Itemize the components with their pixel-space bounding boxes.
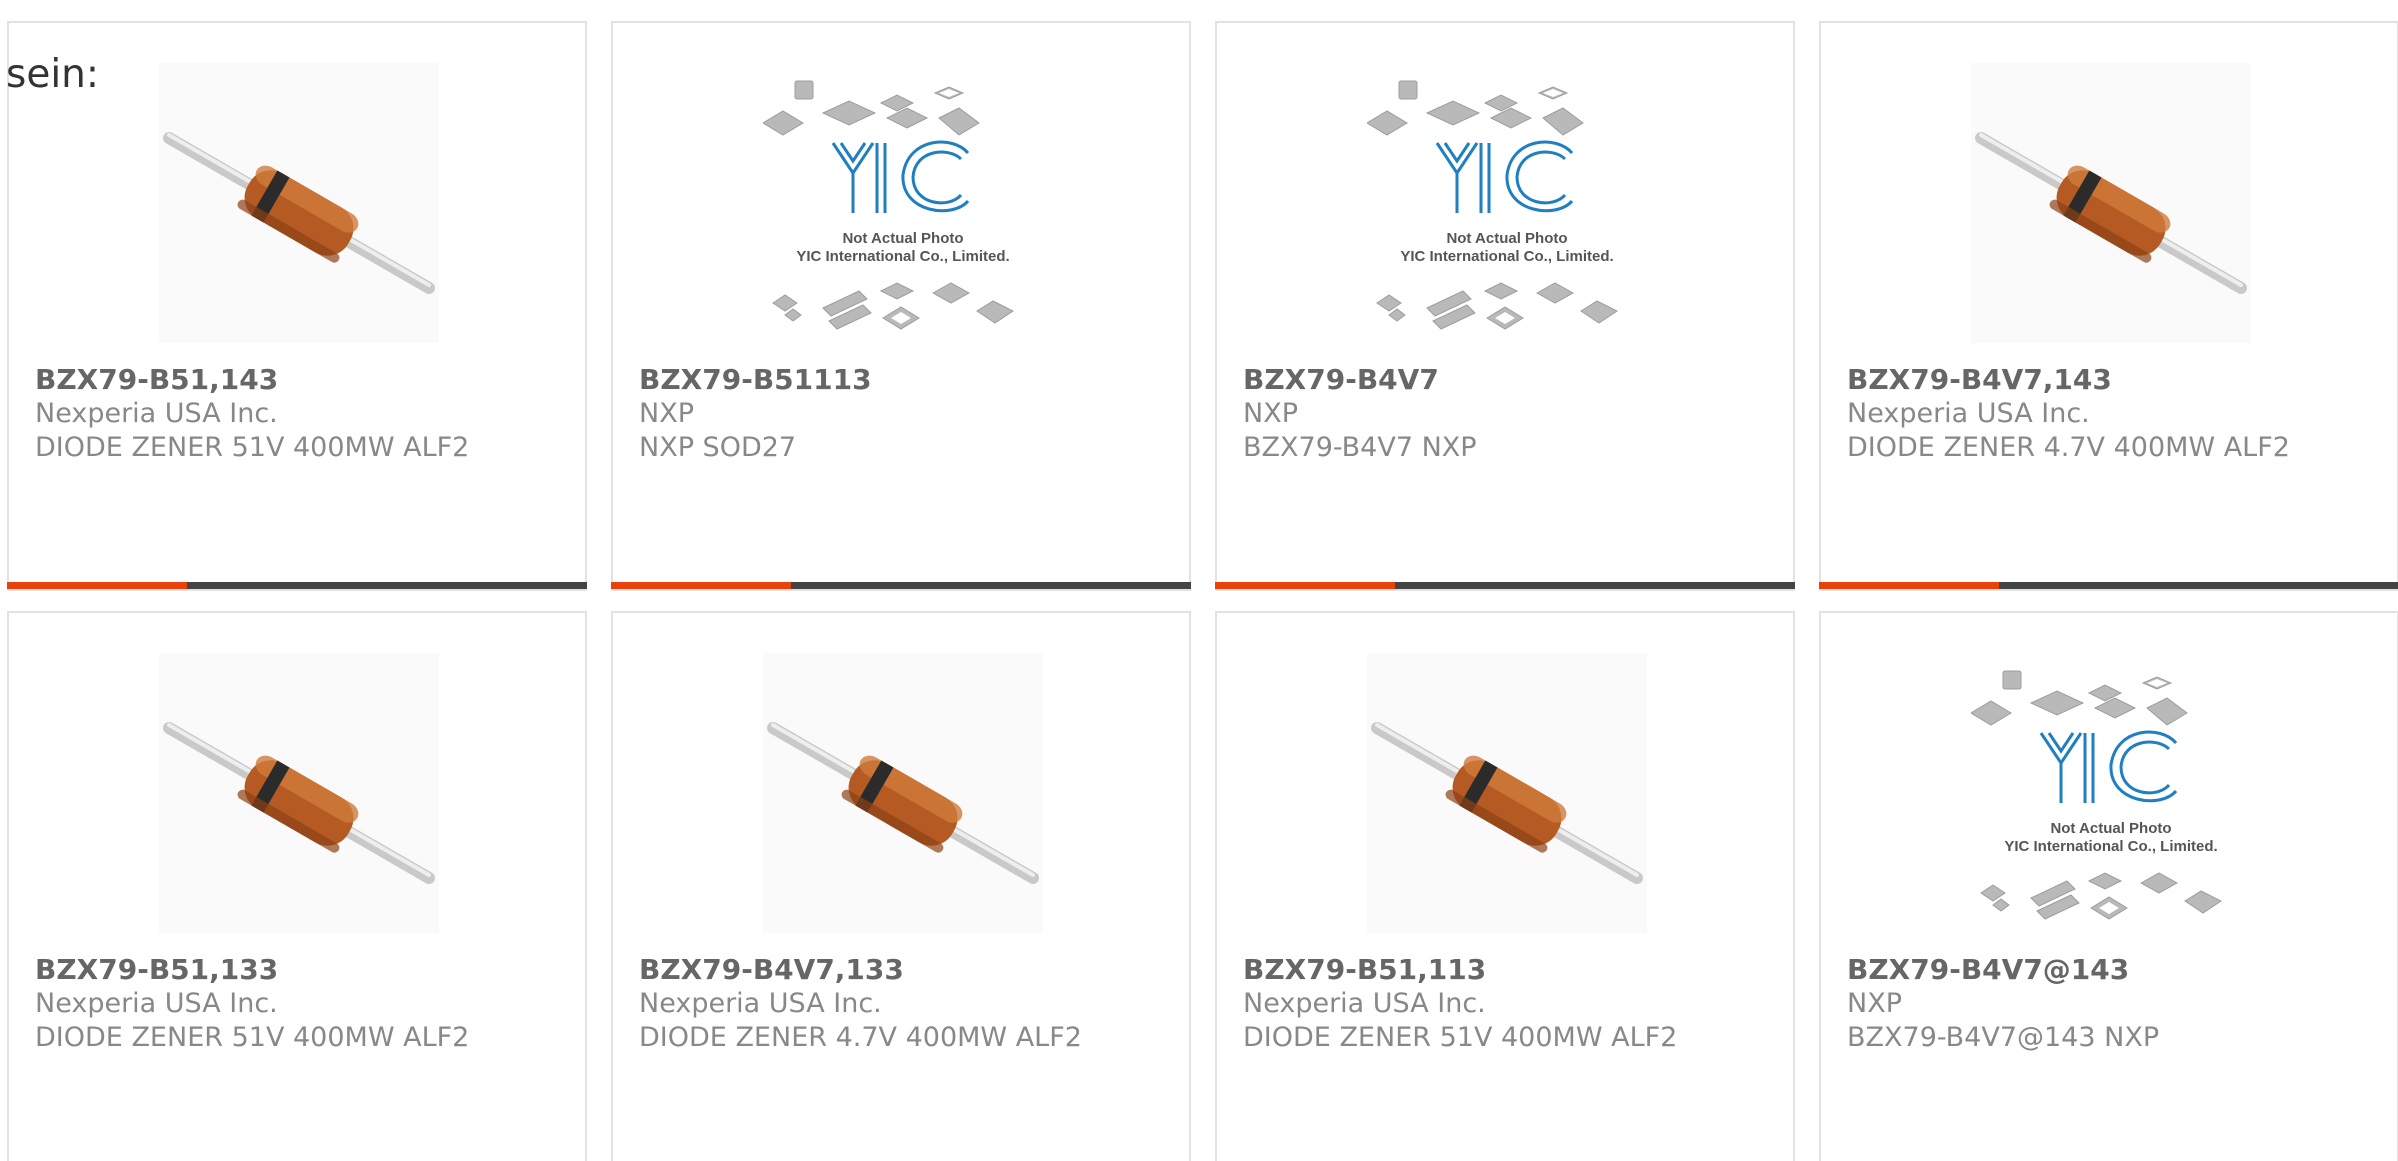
product-manufacturer: Nexperia USA Inc. [1243, 988, 1486, 1019]
svg-text:Not Actual Photo: Not Actual Photo [2050, 820, 2171, 837]
product-part-number[interactable]: BZX79-B51,133 [35, 953, 575, 987]
product-manufacturer: Nexperia USA Inc. [639, 988, 882, 1019]
product-part-number[interactable]: BZX79-B51,143 [35, 363, 575, 397]
diode-product-image[interactable] [1971, 63, 2251, 343]
card-bottom-bar [1215, 582, 1795, 589]
product-description: DIODE ZENER 51V 400MW ALF2 [1243, 1022, 1678, 1053]
product-description: BZX79-B4V7 NXP [1243, 432, 1477, 463]
diode-product-image[interactable] [159, 653, 439, 933]
product-manufacturer: Nexperia USA Inc. [35, 988, 278, 1019]
product-part-number[interactable]: BZX79-B51,113 [1243, 953, 1783, 987]
card-bottom-bar [7, 582, 587, 589]
product-description: DIODE ZENER 51V 400MW ALF2 [35, 432, 470, 463]
card-bar-fill [1819, 582, 1999, 589]
product-manufacturer: NXP [1847, 988, 1902, 1019]
product-card[interactable]: BZX79-B4V7,143 Nexperia USA Inc. DIODE Z… [1819, 21, 2398, 591]
product-description: NXP SOD27 [639, 432, 797, 463]
product-part-number[interactable]: BZX79-B4V7 [1243, 363, 1783, 397]
product-card[interactable]: Not Actual Photo YIC International Co., … [611, 21, 1191, 591]
product-description: BZX79-B4V7@143 NXP [1847, 1022, 2160, 1053]
product-card[interactable]: BZX79-B51,113 Nexperia USA Inc. DIODE ZE… [1215, 611, 1795, 1161]
product-part-number[interactable]: BZX79-B4V7,143 [1847, 363, 2387, 397]
not-actual-photo-placeholder-image[interactable]: Not Actual Photo YIC International Co., … [763, 63, 1043, 343]
product-part-number[interactable]: BZX79-B4V7,133 [639, 953, 1179, 987]
product-manufacturer: Nexperia USA Inc. [1847, 398, 2090, 429]
svg-text:YIC International Co., Limited: YIC International Co., Limited. [2004, 838, 2217, 855]
card-bar-fill [1215, 582, 1395, 589]
card-bottom-bar [1819, 582, 2398, 589]
product-card[interactable]: Not Actual Photo YIC International Co., … [1215, 21, 1795, 591]
intro-text: sein: [6, 52, 100, 97]
svg-text:YIC International Co., Limited: YIC International Co., Limited. [796, 248, 1009, 265]
product-part-number[interactable]: BZX79-B51113 [639, 363, 1179, 397]
product-card[interactable]: Not Actual Photo YIC International Co., … [1819, 611, 2398, 1161]
svg-text:Not Actual Photo: Not Actual Photo [1446, 230, 1567, 247]
product-description: DIODE ZENER 4.7V 400MW ALF2 [1847, 432, 2290, 463]
product-manufacturer: Nexperia USA Inc. [35, 398, 278, 429]
product-description: DIODE ZENER 51V 400MW ALF2 [35, 1022, 470, 1053]
diode-product-image[interactable] [763, 653, 1043, 933]
not-actual-photo-placeholder-image[interactable]: Not Actual Photo YIC International Co., … [1971, 653, 2251, 933]
card-bar-fill [7, 582, 187, 589]
diode-product-image[interactable] [1367, 653, 1647, 933]
card-bottom-bar [611, 582, 1191, 589]
card-bar-fill [611, 582, 791, 589]
product-manufacturer: NXP [1243, 398, 1298, 429]
product-card[interactable]: BZX79-B4V7,133 Nexperia USA Inc. DIODE Z… [611, 611, 1191, 1161]
product-part-number[interactable]: BZX79-B4V7@143 [1847, 953, 2387, 987]
not-actual-photo-placeholder-image[interactable]: Not Actual Photo YIC International Co., … [1367, 63, 1647, 343]
product-card[interactable]: BZX79-B51,143 Nexperia USA Inc. DIODE ZE… [7, 21, 587, 591]
product-card[interactable]: BZX79-B51,133 Nexperia USA Inc. DIODE ZE… [7, 611, 587, 1161]
diode-product-image[interactable] [159, 63, 439, 343]
product-description: DIODE ZENER 4.7V 400MW ALF2 [639, 1022, 1082, 1053]
svg-text:YIC International Co., Limited: YIC International Co., Limited. [1400, 248, 1613, 265]
product-manufacturer: NXP [639, 398, 694, 429]
product-listing-page: sein: BZX79-B51,143 Nexperia USA Inc. DI… [0, 0, 2398, 1161]
svg-text:Not Actual Photo: Not Actual Photo [842, 230, 963, 247]
product-grid: BZX79-B51,143 Nexperia USA Inc. DIODE ZE… [7, 21, 2398, 1161]
